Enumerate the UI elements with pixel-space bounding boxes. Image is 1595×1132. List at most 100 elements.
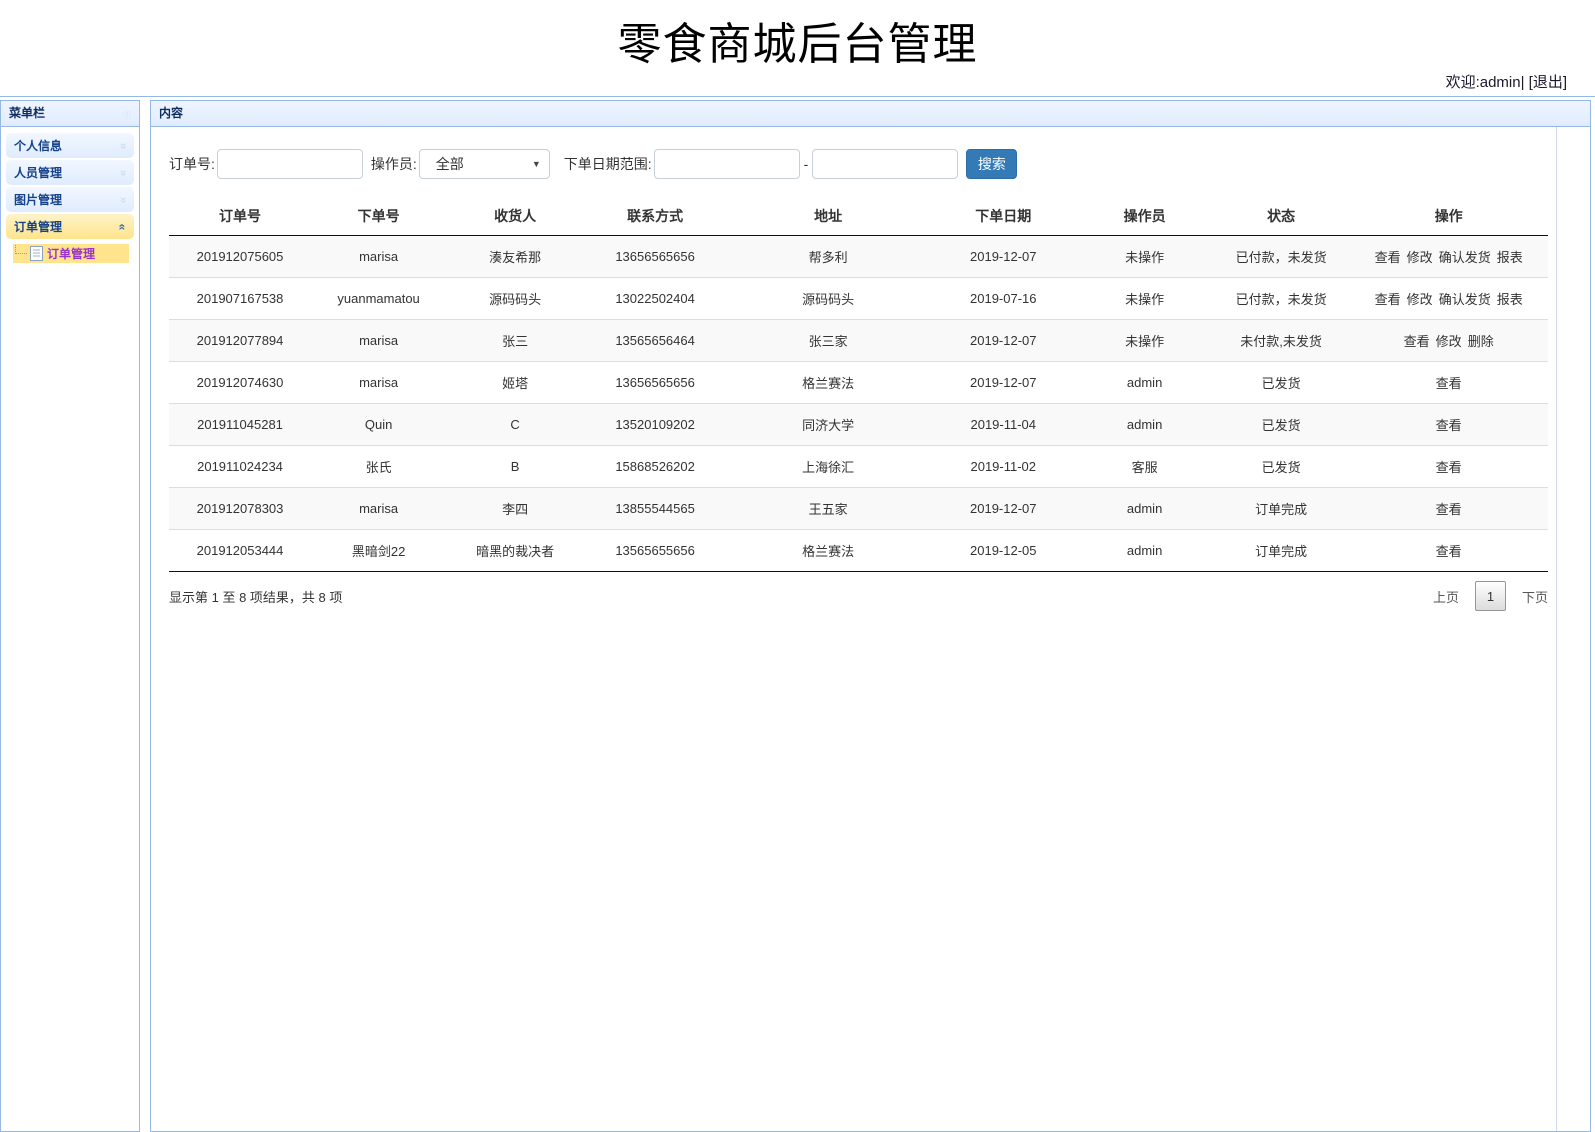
sidebar-subitem-order-management[interactable]: 订单管理 — [13, 244, 129, 263]
table-row: 201911045281 Quin C 13520109202 同济大学 2019-11-… — [169, 403, 1548, 446]
cell-order-id: 201912078303 — [196, 501, 284, 516]
cell-actions: 查看 — [1349, 404, 1548, 446]
cell-status: 已付款，未发货 — [1235, 292, 1327, 307]
cell-contact: 13656565656 — [615, 249, 695, 264]
action-link[interactable]: 删除 — [1468, 334, 1494, 349]
cell-order-id: 201911045281 — [197, 417, 283, 432]
chevron-down-icon: « — [115, 169, 130, 176]
sidebar-subitem-label: 订单管理 — [47, 247, 96, 261]
page: 零食商城后台管理 欢迎:admin| [退出] 菜单栏 « 个人信息 « 人员管理 «… — [0, 0, 1595, 1132]
chevron-down-icon: « — [115, 196, 130, 203]
pagination: 上页 1 下页 — [1433, 581, 1548, 611]
table-row: 201912077894 marisa 张三 13565656464 张三家 2019-1… — [169, 319, 1548, 362]
cell-contact: 13022502404 — [615, 291, 695, 306]
cell-status: 已发货 — [1261, 460, 1301, 475]
document-icon — [30, 246, 43, 261]
column-header: 下单日期 — [930, 197, 1077, 236]
cell-actions: 查看 — [1349, 362, 1548, 404]
cell-contact: 13855544565 — [615, 501, 695, 516]
cell-order-id: 201912053444 — [196, 543, 284, 558]
action-link[interactable]: 确认发货 — [1439, 250, 1491, 265]
cell-order-id: 201911024234 — [197, 459, 283, 474]
cell-order-id: 201912077894 — [196, 333, 284, 348]
collapse-sidebar-icon[interactable]: « — [123, 101, 131, 126]
action-link[interactable]: 查看 — [1375, 250, 1401, 265]
cell-order-id: 201907167538 — [196, 291, 284, 306]
cell-date: 2019-12-07 — [970, 249, 1037, 264]
column-header: 操作 — [1349, 197, 1548, 236]
cell-orderer: marisa — [359, 375, 399, 390]
cell-operator: 未操作 — [1125, 250, 1165, 265]
cell-operator: admin — [1126, 375, 1163, 390]
table-row: 201912074630 marisa 姬塔 13656565656 格兰赛法 2019-… — [169, 361, 1548, 404]
table-footer: 显示第 1 至 8 项结果，共 8 项 上页 1 下页 — [169, 581, 1548, 611]
cell-operator: admin — [1126, 417, 1163, 432]
next-page-button[interactable]: 下页 — [1522, 587, 1548, 606]
cell-address: 源码码头 — [802, 292, 855, 307]
sidebar-menu: 个人信息 « 人员管理 « 图片管理 « 订单管理 « 订单管理 — [1, 127, 139, 269]
tree-elbow-icon — [15, 245, 27, 254]
results-info: 显示第 1 至 8 项结果，共 8 项 — [169, 589, 343, 605]
sidebar-title: 菜单栏 — [9, 106, 46, 120]
sidebar-item[interactable]: 图片管理 « — [6, 187, 134, 212]
action-link[interactable]: 查看 — [1375, 292, 1401, 307]
action-link[interactable]: 查看 — [1436, 460, 1462, 475]
search-button[interactable]: 搜索 — [966, 149, 1018, 179]
action-link[interactable]: 修改 — [1436, 334, 1462, 349]
prev-page-button[interactable]: 上页 — [1433, 587, 1459, 606]
cell-orderer: marisa — [359, 333, 399, 348]
cell-orderer: marisa — [359, 249, 399, 264]
cell-operator: admin — [1126, 543, 1163, 558]
action-link[interactable]: 查看 — [1436, 544, 1462, 559]
action-link[interactable]: 查看 — [1404, 334, 1430, 349]
cell-date: 2019-11-02 — [970, 459, 1037, 474]
cell-operator: 客服 — [1131, 460, 1158, 475]
cell-actions: 查看 — [1349, 446, 1548, 488]
operator-select[interactable]: 全部 ▼ — [418, 149, 550, 179]
cell-contact: 13565655656 — [615, 543, 695, 558]
sidebar-item-label: 订单管理 — [14, 220, 63, 234]
cell-contact: 15868526202 — [615, 459, 695, 474]
sidebar-header: 菜单栏 « — [1, 101, 139, 127]
date-to-input[interactable] — [812, 149, 959, 179]
cell-order-id: 201912074630 — [196, 375, 284, 390]
order-no-input[interactable] — [216, 149, 363, 179]
search-form: 订单号: 操作员: 全部 ▼ 下单日期范围: - 搜索 — [151, 127, 1556, 189]
cell-status: 订单完成 — [1255, 544, 1308, 559]
cell-operator: 未操作 — [1125, 334, 1165, 349]
action-link[interactable]: 查看 — [1436, 418, 1462, 433]
cell-orderer: 黑暗剑22 — [351, 544, 406, 559]
welcome-text: 欢迎:admin| — [1445, 74, 1525, 91]
cell-actions: 查看 — [1349, 530, 1548, 572]
main-region: 菜单栏 « 个人信息 « 人员管理 « 图片管理 « 订单管理 « 订单管理 内容 订单号: 操… — [0, 98, 1595, 1132]
cell-receiver: 姬塔 — [502, 376, 529, 391]
sidebar-item[interactable]: 个人信息 « — [6, 133, 134, 158]
sidebar-item-label: 人员管理 — [14, 166, 63, 180]
column-header: 状态 — [1212, 197, 1350, 236]
cell-operator: 未操作 — [1125, 292, 1165, 307]
content-header: 内容 — [151, 101, 1590, 127]
current-page-button[interactable]: 1 — [1474, 581, 1506, 611]
logout-link[interactable]: [退出] — [1529, 74, 1567, 91]
cell-actions: 查看 修改 删除 — [1349, 320, 1548, 362]
table-row: 201912053444 黑暗剑22 暗黑的裁决者 13565655656 格兰赛法 20… — [169, 529, 1548, 572]
table-row: 201911024234 张氏 B 15868526202 上海徐汇 2019-11-02… — [169, 445, 1548, 488]
action-link[interactable]: 报表 — [1497, 250, 1523, 265]
cell-status: 已发货 — [1261, 376, 1301, 391]
cell-orderer: yuanmamatou — [337, 291, 420, 306]
sidebar-item[interactable]: 订单管理 « — [6, 214, 134, 239]
action-link[interactable]: 确认发货 — [1439, 292, 1491, 307]
action-link[interactable]: 修改 — [1407, 292, 1433, 307]
action-link[interactable]: 查看 — [1436, 376, 1462, 391]
cell-actions: 查看 修改 确认发货 报表 — [1349, 236, 1548, 278]
cell-order-id: 201912075605 — [196, 249, 284, 264]
cell-address: 张三家 — [808, 334, 848, 349]
cell-receiver: B — [510, 459, 520, 474]
action-link[interactable]: 报表 — [1497, 292, 1523, 307]
sidebar-item[interactable]: 人员管理 « — [6, 160, 134, 185]
column-header: 地址 — [726, 197, 931, 236]
action-link[interactable]: 修改 — [1407, 250, 1433, 265]
column-header: 订单号 — [169, 197, 312, 236]
date-from-input[interactable] — [653, 149, 800, 179]
action-link[interactable]: 查看 — [1436, 502, 1462, 517]
